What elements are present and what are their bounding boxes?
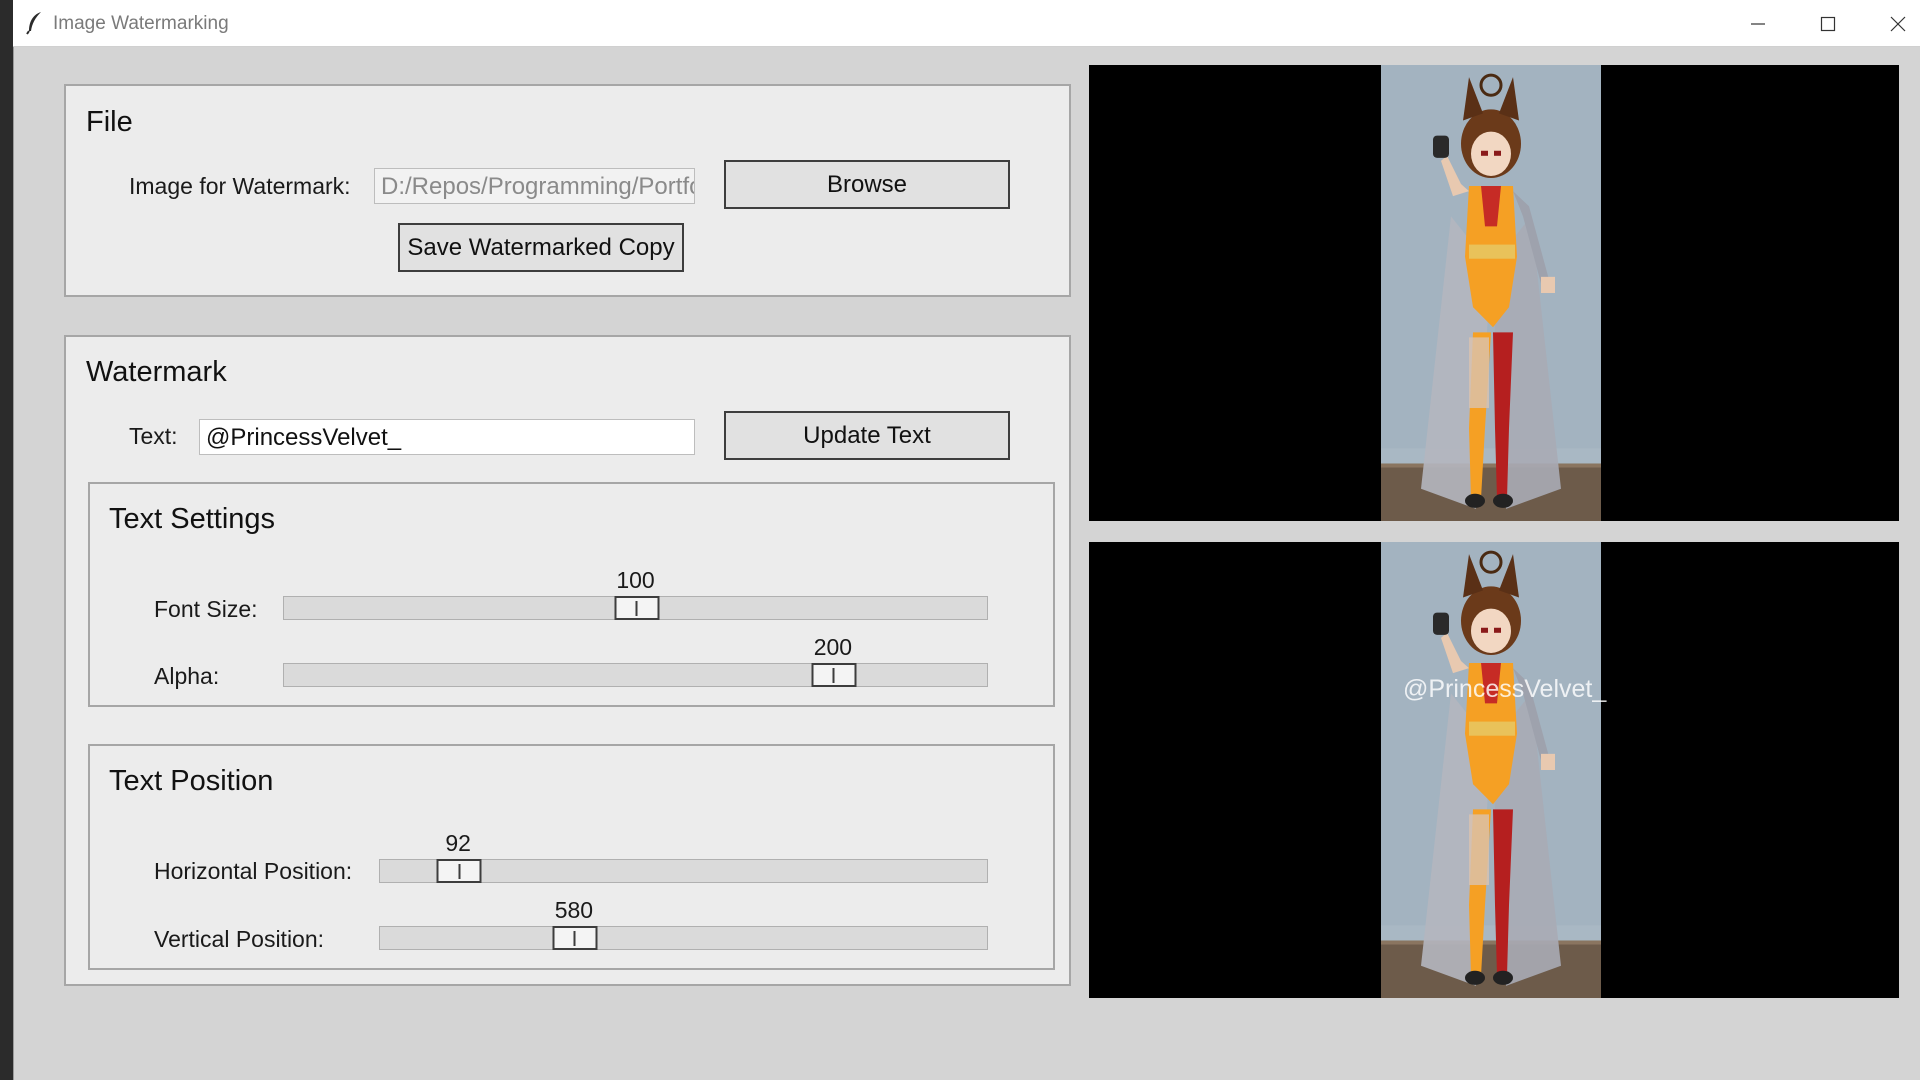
font-size-label: Font Size:	[154, 596, 258, 622]
close-icon	[1890, 16, 1906, 31]
watermark-text-input[interactable]: @PrincessVelvet_	[199, 419, 695, 455]
window-title: Image Watermarking	[53, 13, 229, 34]
watermark-text-overlay: @PrincessVelvet_	[1403, 675, 1607, 703]
vertical-position-value: 580	[554, 897, 594, 923]
feather-icon	[26, 11, 44, 35]
maximize-icon	[1820, 16, 1836, 31]
browse-button[interactable]: Browse	[724, 160, 1010, 209]
text-label: Text:	[129, 423, 178, 449]
font-size-value: 100	[616, 567, 655, 593]
file-panel-title: File	[86, 106, 133, 138]
alpha-slider[interactable]	[283, 663, 988, 687]
save-watermarked-copy-button[interactable]: Save Watermarked Copy	[398, 223, 684, 272]
vertical-position-slider[interactable]	[379, 926, 988, 950]
watermarked-image-preview: @PrincessVelvet_	[1089, 542, 1899, 998]
font-size-slider-thumb[interactable]	[614, 596, 659, 620]
image-path-field[interactable]: D:/Repos/Programming/Portfo	[374, 168, 695, 204]
horizontal-position-slider-thumb[interactable]	[436, 859, 482, 883]
horizontal-position-label: Horizontal Position:	[154, 858, 353, 884]
minimize-icon	[1751, 22, 1765, 25]
horizontal-position-slider[interactable]	[379, 859, 988, 883]
text-settings-title: Text Settings	[109, 503, 276, 535]
close-button[interactable]	[1863, 0, 1920, 47]
update-text-button[interactable]: Update Text	[724, 411, 1010, 460]
image-for-watermark-label: Image for Watermark:	[129, 173, 351, 199]
minimize-button[interactable]	[1723, 0, 1793, 47]
maximize-button[interactable]	[1793, 0, 1863, 47]
alpha-slider-thumb[interactable]	[811, 663, 857, 687]
original-image-preview	[1089, 65, 1899, 521]
alpha-label: Alpha:	[154, 663, 220, 689]
horizontal-position-value: 92	[445, 830, 471, 856]
title-bar[interactable]	[13, 0, 1920, 47]
alpha-value: 200	[813, 634, 853, 660]
desktop-background	[0, 0, 13, 1080]
vertical-position-label: Vertical Position:	[154, 926, 325, 952]
vertical-position-slider-thumb[interactable]	[552, 926, 598, 950]
watermark-panel-title: Watermark	[86, 356, 227, 388]
font-size-slider[interactable]	[283, 596, 988, 620]
text-position-title: Text Position	[109, 765, 274, 797]
watermarked-character-image	[1381, 542, 1601, 998]
character-image	[1381, 65, 1601, 521]
